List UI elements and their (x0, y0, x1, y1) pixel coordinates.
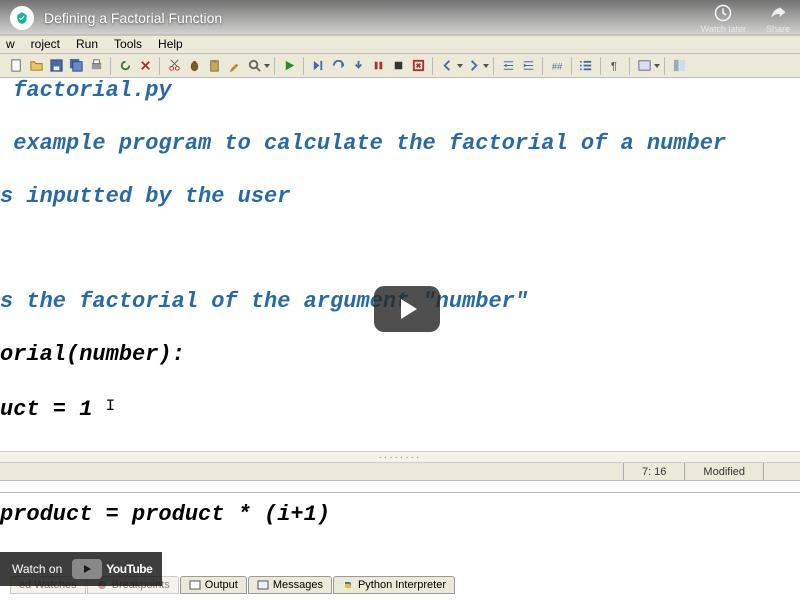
sync-icon[interactable] (116, 57, 134, 75)
watch-later-button[interactable]: Watch later (701, 3, 746, 34)
code-line: factorial.py (0, 78, 800, 104)
status-bar: 7: 16 Modified (0, 463, 800, 481)
svg-text:##: ## (551, 61, 562, 71)
code-line: s inputted by the user (0, 184, 800, 210)
indent-icon[interactable] (519, 57, 537, 75)
tab-messages[interactable]: Messages (248, 576, 332, 594)
share-label: Share (766, 24, 790, 34)
youtube-logo-icon: YouTube (70, 559, 152, 579)
menu-item-run[interactable]: Run (68, 35, 106, 53)
print-icon[interactable] (87, 57, 105, 75)
forward-icon[interactable] (464, 57, 482, 75)
brush-icon[interactable] (225, 57, 243, 75)
watch-on-label: Watch on (12, 562, 62, 576)
menu-item-help[interactable]: Help (150, 35, 191, 53)
menu-item[interactable]: w (4, 35, 23, 53)
run-icon[interactable] (280, 57, 298, 75)
dropdown-icon[interactable] (483, 58, 489, 74)
paste-icon[interactable] (205, 57, 223, 75)
close-icon[interactable] (136, 57, 154, 75)
find-icon[interactable] (245, 57, 263, 75)
panel-area (0, 481, 800, 493)
play-button[interactable] (374, 286, 440, 332)
splitter-handle[interactable]: ········ (0, 451, 800, 463)
menu-item-tools[interactable]: Tools (106, 35, 150, 53)
bug-icon[interactable] (185, 57, 203, 75)
svg-text:¶: ¶ (610, 60, 616, 72)
code-line: product = product * (i+1) (0, 502, 800, 528)
watch-on-youtube-button[interactable]: Watch on YouTube (0, 552, 162, 586)
menu-item[interactable]: roject (23, 35, 68, 53)
step-into-icon[interactable] (349, 57, 367, 75)
code-line: example program to calculate the factori… (0, 131, 800, 157)
watch-later-label: Watch later (701, 24, 746, 34)
youtube-top-bar: Defining a Factorial Function Watch late… (0, 0, 800, 36)
config-icon[interactable] (635, 57, 653, 75)
layout-icon[interactable] (670, 57, 688, 75)
menu-bar: w roject Run Tools Help (0, 34, 800, 54)
dropdown-icon[interactable] (264, 58, 270, 74)
new-file-icon[interactable] (7, 57, 25, 75)
stop-icon[interactable] (389, 57, 407, 75)
step-over-icon[interactable] (329, 57, 347, 75)
dropdown-icon[interactable] (457, 58, 463, 74)
file-state: Modified (684, 463, 763, 480)
tab-output[interactable]: Output (180, 576, 247, 594)
text-cursor-icon (106, 395, 107, 415)
tab-python-interpreter[interactable]: Python Interpreter (333, 576, 455, 594)
cursor-position: 7: 16 (623, 463, 684, 480)
code-editor[interactable]: factorial.py example program to calculat… (0, 78, 800, 600)
back-icon[interactable] (438, 57, 456, 75)
open-icon[interactable] (27, 57, 45, 75)
channel-logo-icon[interactable] (10, 6, 34, 30)
code-line (0, 236, 800, 262)
save-icon[interactable] (47, 57, 65, 75)
step-icon[interactable] (309, 57, 327, 75)
break-icon[interactable] (369, 57, 387, 75)
toolbar: ## ¶ (0, 54, 800, 78)
cut-icon[interactable] (165, 57, 183, 75)
comment-icon[interactable]: ## (548, 57, 566, 75)
video-title[interactable]: Defining a Factorial Function (44, 10, 701, 26)
dropdown-icon[interactable] (654, 58, 660, 74)
exit-icon[interactable] (409, 57, 427, 75)
outdent-icon[interactable] (499, 57, 517, 75)
pilcrow-icon[interactable]: ¶ (606, 57, 624, 75)
code-line: uct = 1 (0, 395, 800, 423)
share-button[interactable]: Share (766, 3, 790, 34)
save-all-icon[interactable] (67, 57, 85, 75)
code-line: orial(number): (0, 342, 800, 368)
list-icon[interactable] (577, 57, 595, 75)
